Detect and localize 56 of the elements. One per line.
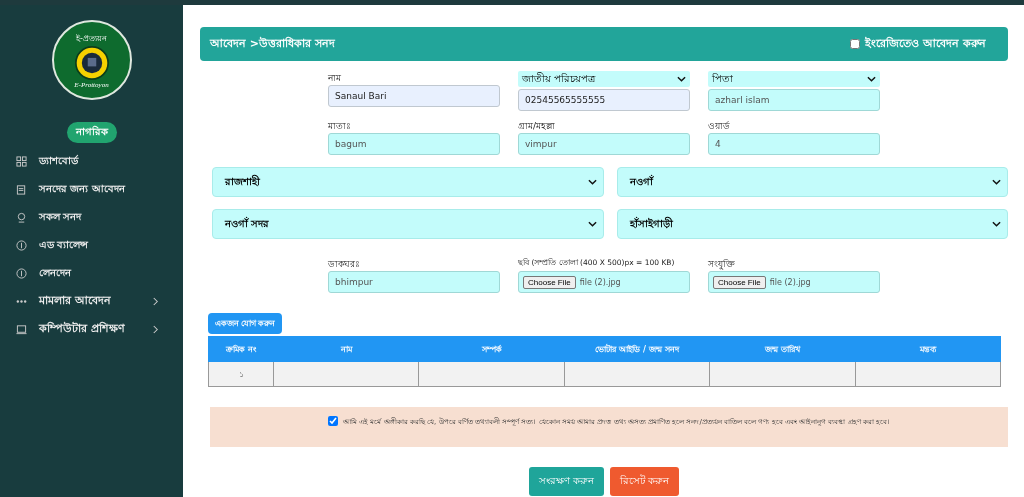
choose-file-button[interactable]: Choose File [713,275,766,289]
page-title: আবেদন >উত্তরাধিকার সনদ [210,35,335,52]
logo-text: ই-প্রত্যয়ন [76,32,107,45]
select-field[interactable]: নওগাঁ [616,167,1008,197]
file-field[interactable]: Choose File file (2).jpg [518,271,690,293]
chevron-icon [677,76,686,82]
sidebar-item[interactable]: সকল সনদ [0,203,183,231]
field-label: ডাকঘরঃ [328,258,360,269]
chevron-icon [867,76,876,82]
sidebar-item[interactable]: সনদের জন্য আবেদন [0,175,183,203]
select-field[interactable]: রাজশাহী [212,167,604,197]
input-field[interactable]: bhimpur [328,271,500,293]
input-field[interactable]: 02545565555555 [518,89,690,111]
sidebar-item[interactable]: লেনদেন [0,259,183,287]
checkbox[interactable] [327,416,338,426]
field-label: সংযুক্তি [708,258,735,269]
column-header: সম্পর্ক [418,336,565,362]
coin-icon [16,267,27,279]
input-field[interactable]: vimpur [518,133,690,155]
sidebar-item[interactable]: এড ব্যালেন্স [0,231,183,259]
chevron-icon [587,221,597,227]
sidebar-item[interactable]: ড্যাশবোর্ড [0,147,183,175]
select-field[interactable]: নওগাঁ সদর [212,209,604,239]
select-field[interactable]: পিতা [708,71,880,87]
table-cell: ১ [208,361,274,387]
sidebar-item[interactable]: কম্পিউটার প্রশিক্ষণ [0,315,183,343]
emblem-icon [74,45,109,80]
chevron-icon [587,179,597,185]
input-field[interactable]: 4 [708,133,880,155]
sidebar-item[interactable]: মামলার আবেদন [0,287,183,315]
chevron-icon [992,221,1001,227]
choose-file-button[interactable]: Choose File [523,275,576,289]
select-field[interactable]: জাতীয় পরিচয়পত্র [518,71,690,87]
award-icon [16,211,27,223]
grid-icon [16,155,27,167]
column-header: ভোটার আইডি / জন্ম সনদ [564,336,710,362]
checkbox-label: ইংরেজিতেও আবেদন করুন [865,35,986,52]
chevron-icon [992,179,1001,185]
column-header: জন্ম তারিখ [709,336,856,362]
document-icon [16,183,27,195]
field-label: ওয়ার্ড [708,120,730,131]
field-label: নাম [328,72,341,83]
column-header: ক্রমিক নং [208,336,274,362]
input-field[interactable]: Sanaul Bari [328,85,500,107]
laptop-icon [16,323,27,335]
role-badge: নাগরিক [66,122,117,143]
input-field[interactable]: bagum [328,133,500,155]
file-field[interactable]: Choose File file (2).jpg [708,271,880,293]
select-field[interactable]: হাঁসাইগাড়ী [616,209,1008,239]
coin-icon [16,239,27,251]
column-header: মন্তব্য [855,336,1001,362]
checkbox[interactable] [850,39,861,49]
column-header: নাম [273,336,419,362]
input-field[interactable]: azharl islam [708,89,880,111]
field-label: মাতাঃ [328,120,351,131]
field-label: গ্রাম/মহল্লা [518,120,556,131]
